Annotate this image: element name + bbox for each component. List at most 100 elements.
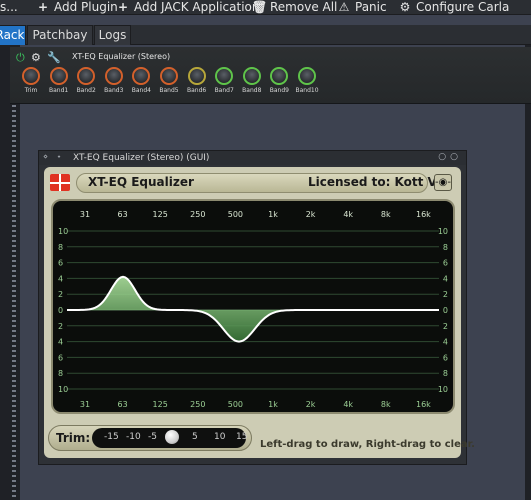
freq-label-bottom: 31 xyxy=(80,400,90,409)
freq-label-bottom: 63 xyxy=(118,400,128,409)
remove-all-button[interactable]: 🗑 Remove All xyxy=(252,0,337,14)
freq-label-bottom: 250 xyxy=(190,400,205,409)
knob-band3[interactable]: Band3 xyxy=(99,67,129,94)
window-controls[interactable]: ○○ xyxy=(438,152,462,162)
freq-label-top: 500 xyxy=(228,210,243,219)
eq-display[interactable]: 10 10 8 8 6 6 4 4 2 2 0 0 2 2 4 4 6 6 8 8 10 10 31 31 63 63 125 125… xyxy=(51,199,455,414)
knob-label: Band8 xyxy=(242,87,262,94)
knob-dial[interactable] xyxy=(49,67,68,85)
freq-label-top: 1k xyxy=(268,210,278,219)
db-label-right: 8 xyxy=(443,369,448,378)
trim-scale-label: -5 xyxy=(148,432,157,442)
plugin-strip[interactable]: ⏻ ⚙ 🔧 XT-EQ Equalizer (Stereo) Trim Band1… xyxy=(10,47,531,104)
db-label-left: 0 xyxy=(58,306,63,315)
knob-dial[interactable] xyxy=(215,67,234,85)
db-label-left: 8 xyxy=(58,243,63,252)
knob-label: Band1 xyxy=(48,87,69,94)
knob-trim[interactable]: Trim xyxy=(16,67,46,94)
knob-band7[interactable]: Band7 xyxy=(209,67,239,94)
freq-label-bottom: 2k xyxy=(306,400,316,409)
plus-icon: + xyxy=(117,0,129,14)
tab-logs[interactable]: Logs xyxy=(94,25,131,45)
knob-label: Band4 xyxy=(131,87,151,94)
power-icon[interactable]: ⏻ xyxy=(16,51,25,65)
knob-dial[interactable] xyxy=(132,67,151,85)
knob-label: Band10 xyxy=(295,87,319,94)
knob-label: Band2 xyxy=(76,87,96,94)
knob-band4[interactable]: Band4 xyxy=(126,67,156,94)
rack-rail xyxy=(12,100,16,500)
main-toolbar: s... + Add Plugin + Add JACK Application 🗑… xyxy=(0,0,531,15)
db-label-left: 2 xyxy=(58,290,63,299)
db-label-left: 4 xyxy=(58,274,63,283)
plus-icon: + xyxy=(37,0,49,14)
freq-label-top: 250 xyxy=(190,210,205,219)
gui-window-title: XT-EQ Equalizer (Stereo) (GUI) xyxy=(73,153,210,163)
db-label-left: 10 xyxy=(58,385,68,394)
add-plugin-button[interactable]: + Add Plugin xyxy=(36,0,118,14)
knob-dial[interactable] xyxy=(160,67,178,85)
freq-label-bottom: 4k xyxy=(343,400,353,409)
toggle-icon: -◉- xyxy=(435,177,451,188)
tab-patchbay[interactable]: Patchbay xyxy=(27,25,93,45)
freq-label-top: 16k xyxy=(416,210,431,219)
freq-label-top: 4k xyxy=(343,210,353,219)
knob-label: Band3 xyxy=(104,87,124,94)
trim-scale-label: 10 xyxy=(214,432,226,442)
knob-label: Trim xyxy=(24,87,38,94)
knob-band2[interactable]: Band2 xyxy=(71,67,101,94)
knob-label: Band5 xyxy=(159,87,179,94)
knob-band5[interactable]: Band5 xyxy=(154,67,184,94)
options-button[interactable]: -◉- xyxy=(434,174,452,191)
trim-label: Trim: xyxy=(56,431,91,445)
db-label-right: 10 xyxy=(438,227,448,236)
eq-graph[interactable]: 10 10 8 8 6 6 4 4 2 2 0 0 2 2 4 4 6 6 8 8 10 10 31 31 63 63 125 125… xyxy=(53,201,453,412)
db-label-right: 6 xyxy=(443,259,448,268)
knob-band10[interactable]: Band10 xyxy=(292,67,322,94)
db-label-left: 4 xyxy=(58,338,63,347)
db-label-left: 6 xyxy=(58,259,63,268)
db-label-right: 4 xyxy=(443,274,448,283)
db-label-left: 10 xyxy=(58,227,68,236)
eq-title: XT-EQ Equalizer xyxy=(88,175,194,189)
toolbar-partial-item[interactable]: s... xyxy=(0,0,18,14)
freq-label-bottom: 8k xyxy=(381,400,391,409)
knob-dial[interactable] xyxy=(104,67,123,85)
tab-rack[interactable]: Rack xyxy=(0,25,26,45)
license-text: Licensed to: Kott VV xyxy=(308,175,447,189)
hint-text: Left-drag to draw, Right-drag to clear. xyxy=(260,439,475,450)
trim-scale-label: 15 xyxy=(236,432,248,442)
trim-slider-thumb[interactable] xyxy=(165,430,179,444)
panic-icon: ⚠ xyxy=(338,0,350,14)
knob-dial[interactable] xyxy=(22,67,40,85)
gear-icon[interactable]: ⚙ xyxy=(31,51,41,64)
db-label-right: 6 xyxy=(443,353,448,362)
knob-band8[interactable]: Band8 xyxy=(237,67,267,94)
knob-band9[interactable]: Band9 xyxy=(264,67,294,94)
knob-dial[interactable] xyxy=(77,67,96,85)
knob-dial[interactable] xyxy=(242,67,261,85)
gui-titlebar[interactable]: ⋄ ⋆ XT-EQ Equalizer (Stereo) (GUI) ○○ xyxy=(39,151,466,165)
gear-icon: ⚙ xyxy=(399,0,411,14)
freq-label-bottom: 1k xyxy=(268,400,278,409)
db-label-right: 8 xyxy=(443,243,448,252)
wrench-icon[interactable]: 🔧 xyxy=(47,51,61,64)
knob-dial[interactable] xyxy=(270,67,289,85)
trim-scale-label: 5 xyxy=(192,432,198,442)
db-label-right: 4 xyxy=(443,338,448,347)
plugin-title: XT-EQ Equalizer (Stereo) xyxy=(72,52,171,61)
knob-band1[interactable]: Band1 xyxy=(44,67,74,94)
freq-label-bottom: 500 xyxy=(228,400,243,409)
rack-left-border xyxy=(0,45,20,500)
db-label-right: 10 xyxy=(438,385,448,394)
rack-right-border xyxy=(525,45,531,500)
freq-label-top: 2k xyxy=(306,210,316,219)
window-controls-left[interactable]: ⋄ ⋆ xyxy=(43,152,65,161)
knob-dial[interactable] xyxy=(298,67,316,85)
knob-dial[interactable] xyxy=(187,67,206,85)
configure-carla-button[interactable]: ⚙ Configure Carla xyxy=(398,0,510,14)
panic-button[interactable]: ⚠ Panic xyxy=(337,0,387,14)
knob-band6[interactable]: Band6 xyxy=(182,67,212,94)
add-jack-application-button[interactable]: + Add JACK Application xyxy=(116,0,260,14)
freq-label-top: 63 xyxy=(118,210,128,219)
